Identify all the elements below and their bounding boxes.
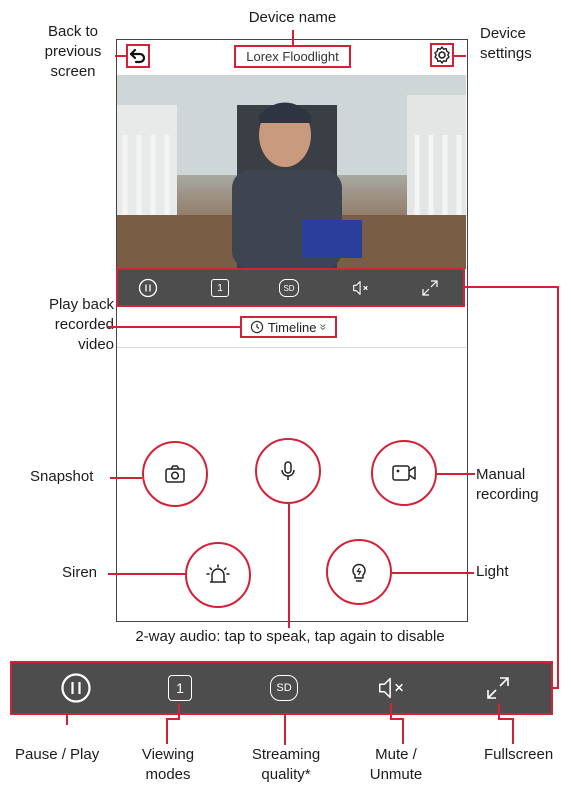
siren-button[interactable] <box>185 542 251 608</box>
mute-icon <box>353 281 368 295</box>
snapshot-button[interactable] <box>142 441 208 507</box>
pause-play-button[interactable] <box>60 672 92 704</box>
mute-icon <box>379 677 403 699</box>
viewing-mode-button-small[interactable]: 1 <box>210 278 230 298</box>
back-button[interactable] <box>126 44 150 68</box>
annotation-mute: Mute / Unmute <box>369 746 423 783</box>
annotation-streaming-quality: Streaming quality* <box>251 746 321 783</box>
microphone-icon <box>281 461 295 480</box>
annotation-fullscreen: Fullscreen <box>484 746 554 763</box>
pause-icon <box>138 278 158 298</box>
video-scene <box>117 75 466 269</box>
mute-unmute-button[interactable] <box>376 672 408 704</box>
annotation-viewing-modes: Viewing modes <box>141 746 195 783</box>
gear-icon <box>434 46 450 64</box>
annotation-two-way-audio: 2-way audio: tap to speak, tap again to … <box>135 628 445 645</box>
timeline-divider <box>117 347 466 348</box>
live-video-feed[interactable] <box>117 75 466 269</box>
annotation-settings: Device settings <box>480 25 532 62</box>
chevron-down-icon: » <box>316 323 331 331</box>
streaming-quality-button[interactable]: SD <box>268 672 300 704</box>
fullscreen-icon <box>487 677 509 699</box>
annotation-snapshot: Snapshot <box>30 468 94 485</box>
annotation-device-name: Device name <box>248 9 337 26</box>
quality-button-small[interactable]: SD <box>279 278 299 298</box>
fullscreen-button[interactable] <box>482 672 514 704</box>
light-bulb-icon <box>352 563 366 582</box>
sd-icon: SD <box>270 675 298 701</box>
video-record-icon <box>392 465 416 481</box>
viewing-mode-icon: 1 <box>211 279 229 297</box>
viewing-modes-button[interactable]: 1 <box>164 672 196 704</box>
device-name-label: Lorex Floodlight <box>234 45 351 68</box>
light-button[interactable] <box>326 539 392 605</box>
back-icon <box>129 48 146 64</box>
two-way-audio-button[interactable] <box>255 438 321 504</box>
annotation-back: Back to previous screen <box>44 23 102 80</box>
fullscreen-button-small[interactable] <box>420 278 440 298</box>
annotation-light: Light <box>476 563 509 580</box>
camera-icon <box>165 465 185 483</box>
pause-button-small[interactable] <box>138 278 158 298</box>
fullscreen-icon <box>422 280 438 296</box>
viewing-mode-icon: 1 <box>168 675 192 701</box>
pause-icon <box>61 673 91 703</box>
clock-icon <box>250 320 264 334</box>
settings-button[interactable] <box>430 43 454 67</box>
siren-icon <box>206 564 230 583</box>
manual-recording-button[interactable] <box>371 440 437 506</box>
annotation-siren: Siren <box>62 564 98 581</box>
annotation-pause-play: Pause / Play <box>15 746 100 763</box>
timeline-button[interactable]: Timeline » <box>240 316 337 338</box>
video-control-bar: 1 SD <box>116 268 465 307</box>
main-control-bar: 1 SD <box>10 661 553 715</box>
sd-icon: SD <box>279 279 299 297</box>
annotation-playback: Play back recorded video <box>48 296 114 353</box>
mute-button-small[interactable] <box>351 278 371 298</box>
timeline-label: Timeline <box>267 319 317 335</box>
annotation-manual-recording: Manual recording <box>476 466 539 503</box>
